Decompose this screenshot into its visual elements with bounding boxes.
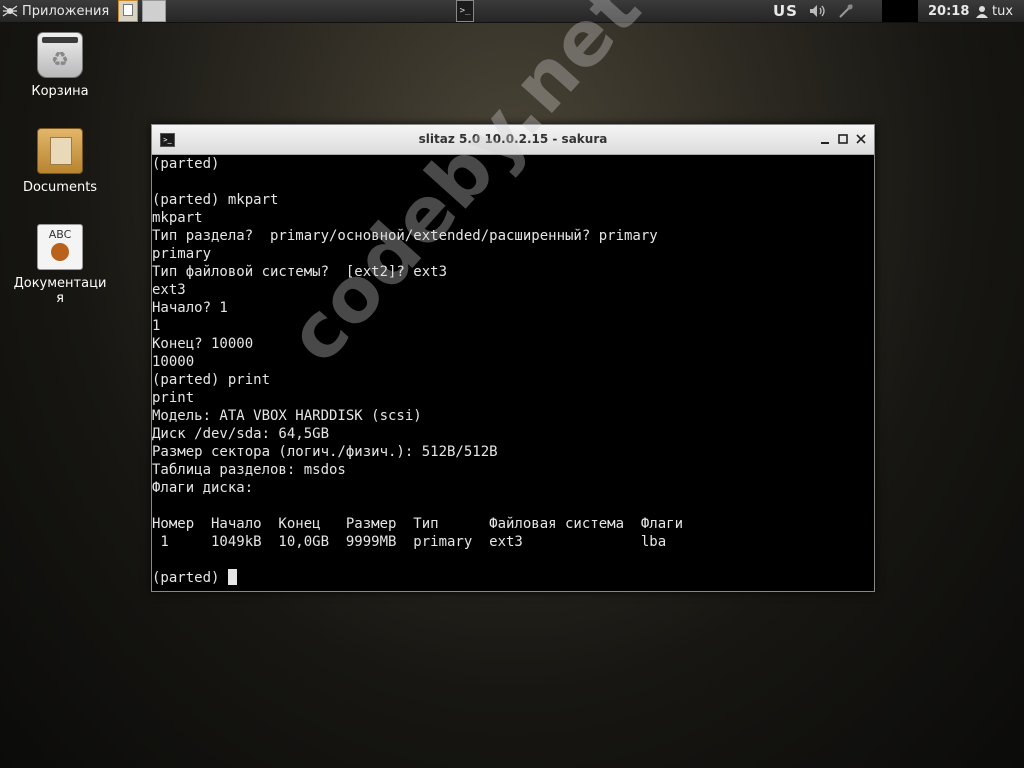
terminal-line: Размер сектора (логич./физич.): 512B/512… — [152, 444, 498, 460]
terminal-line: ext3 — [152, 282, 186, 298]
desktop-icon-label: Корзина — [31, 84, 89, 99]
desktop-icon-label: Документация — [13, 276, 107, 306]
clock[interactable]: 20:18 — [928, 0, 969, 22]
minimize-icon — [821, 142, 829, 144]
terminal-line: 1 — [152, 318, 161, 334]
close-button[interactable] — [854, 131, 868, 147]
terminal-line: 10000 — [152, 354, 195, 370]
terminal-line: (parted) — [152, 569, 874, 587]
terminal-line: mkpart — [152, 210, 203, 226]
maximize-button[interactable] — [836, 131, 850, 147]
terminal-line: Конец? 10000 — [152, 336, 254, 352]
terminal-line: primary — [152, 246, 212, 262]
documentation-icon-text: ABC — [48, 228, 72, 241]
terminal-line: (parted) print — [152, 372, 271, 388]
terminal-line: Модель: ATA VBOX HARDDISK (scsi) — [152, 408, 422, 424]
desktop-icon-documentation[interactable]: ABC Документация — [12, 224, 108, 306]
close-icon — [856, 134, 866, 144]
documentation-icon: ABC — [37, 224, 83, 270]
terminal-line: Таблица разделов: msdos — [152, 462, 346, 478]
terminal-taskbar-icon[interactable]: >_ — [456, 0, 474, 22]
applications-menu-label: Приложения — [22, 3, 110, 19]
folder-icon — [37, 128, 83, 174]
maximize-icon — [838, 134, 848, 144]
applications-menu-button[interactable]: Приложения — [2, 0, 109, 22]
minimize-button[interactable] — [818, 131, 832, 147]
spider-icon — [2, 5, 18, 17]
terminal-line: Начало? 1 — [152, 300, 228, 316]
terminal-output[interactable]: (parted) (parted) mkpart mkpart Тип раздела… — [152, 155, 874, 591]
terminal-line: (parted) mkpart — [152, 192, 279, 208]
terminal-line: Тип раздела? primary/основной/extended/р… — [152, 228, 658, 244]
volume-icon[interactable] — [807, 0, 829, 22]
keyboard-layout-indicator[interactable]: US — [773, 0, 798, 22]
show-desktop-icon[interactable] — [142, 0, 166, 22]
file-manager-launcher-icon[interactable] — [118, 0, 138, 22]
terminal-cursor — [227, 569, 237, 585]
user-name: tux — [992, 3, 1014, 19]
desktop-icon-label: Documents — [22, 180, 98, 195]
terminal-line: print — [152, 390, 195, 406]
terminal-line: Диск /dev/sda: 64,5GB — [152, 426, 330, 442]
desktop-icon-trash[interactable]: Корзина — [12, 32, 108, 99]
desktop-icon-documents[interactable]: Documents — [12, 128, 108, 195]
user-menu[interactable]: tux — [976, 0, 1013, 22]
panel-applet-box — [882, 0, 918, 22]
user-icon — [976, 5, 988, 18]
trash-icon — [37, 32, 83, 78]
terminal-line: Номер Начало Конец Размер Тип Файловая с… — [152, 516, 684, 532]
terminal-line: Тип файловой системы? [ext2]? ext3 — [152, 264, 448, 280]
terminal-line: 1 1049kB 10,0GB 9999MB primary ext3 lba — [152, 534, 667, 550]
terminal-line: Флаги диска: — [152, 480, 254, 496]
top-panel: Приложения >_ US 20:18 tux — [0, 0, 1024, 23]
terminal-window[interactable]: >_ slitaz 5.0 10.0.2.15 - sakura (parted… — [151, 124, 875, 592]
network-icon[interactable] — [836, 0, 856, 22]
